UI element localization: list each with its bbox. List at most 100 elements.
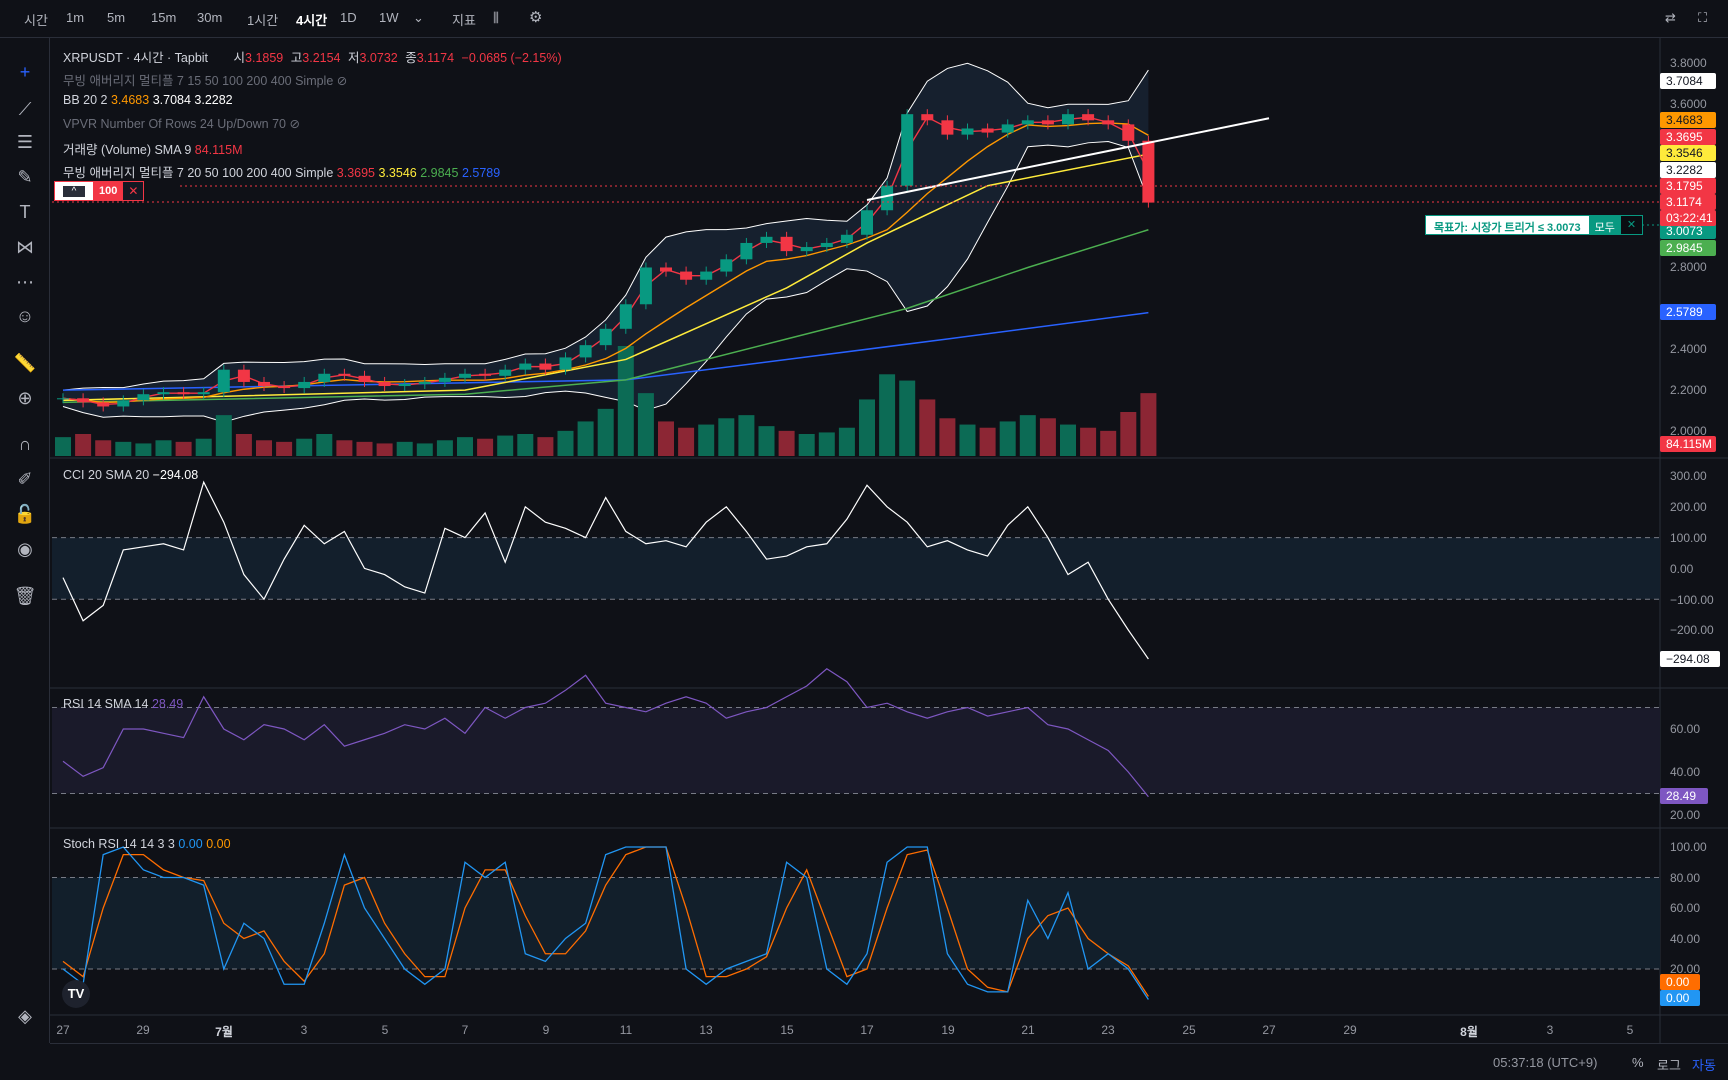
- candle-body: [901, 114, 914, 186]
- position-order-widget[interactable]: ^ 100 ✕: [54, 181, 145, 201]
- time-tick: 13: [699, 1023, 713, 1037]
- candle-body: [197, 392, 210, 395]
- volume-bar: [356, 441, 373, 456]
- ma-label: 무빙 애버리지 멀티플 7 20 50 100 200 400 Simple: [63, 166, 334, 180]
- volume-bar: [557, 430, 574, 456]
- caret-up-icon: ^: [63, 185, 85, 197]
- candle-body: [1142, 140, 1155, 203]
- legend-vpvr[interactable]: VPVR Number Of Rows 24 Up/Down 70 ⊘: [63, 116, 300, 131]
- stoch-legend[interactable]: Stoch RSI 14 14 3 3 0.00 0.00: [63, 837, 231, 851]
- tradingview-logo[interactable]: TV: [62, 980, 90, 1008]
- rsi-label: RSI 14 SMA 14: [63, 697, 149, 711]
- target-all-button[interactable]: 모두: [1588, 216, 1621, 234]
- time-tick: 21: [1021, 1023, 1035, 1037]
- price-badge: 3.3546: [1660, 145, 1716, 161]
- rsi-tick: 40.00: [1670, 765, 1701, 779]
- candle-body: [740, 242, 753, 260]
- stoch-tick: 100.00: [1670, 840, 1707, 854]
- volume-bar: [879, 374, 896, 456]
- volume-bar: [115, 441, 132, 456]
- low-value: 3.0732: [359, 51, 398, 65]
- high-value: 3.2154: [302, 51, 341, 65]
- price-tick: 3.6000: [1670, 97, 1707, 111]
- target-order-label[interactable]: 목표가: 시장가 트리거 ≤ 3.0073 모두 ✕: [1425, 215, 1644, 235]
- symbol-label[interactable]: XRPUSDT · 4시간 · Tapbit: [63, 51, 208, 65]
- rsi-value: 28.49: [151, 697, 184, 711]
- target-order-text: 목표가: 시장가 트리거 ≤ 3.0073: [1426, 216, 1589, 234]
- rsi-value-badge: 28.49: [1660, 788, 1708, 804]
- ma-value: 3.3695: [336, 166, 376, 180]
- stoch-d-badge: 0.00: [1660, 974, 1700, 990]
- candle-body: [921, 114, 934, 121]
- candle-body: [941, 120, 954, 135]
- cci-tick: −100.00: [1670, 593, 1714, 607]
- legend-ma-hidden[interactable]: 무빙 애버리지 멀티플 7 15 50 100 200 400 Simple ⊘: [63, 70, 347, 89]
- volume-label: 거래량 (Volume) SMA 9: [63, 143, 192, 157]
- rsi-legend[interactable]: RSI 14 SMA 14 28.49: [63, 697, 183, 711]
- candle-body: [459, 373, 471, 378]
- order-quantity[interactable]: 100: [93, 182, 124, 200]
- collapse-button[interactable]: ^: [55, 182, 93, 200]
- candle-body: [177, 392, 190, 395]
- volume-bar: [678, 427, 695, 456]
- close-order-icon[interactable]: ✕: [123, 182, 144, 200]
- candle-body: [318, 373, 331, 382]
- auto-scale-button[interactable]: 자동: [1692, 1055, 1716, 1074]
- legend-volume[interactable]: 거래량 (Volume) SMA 9 84.115M: [63, 139, 243, 158]
- volume-bar: [537, 437, 554, 456]
- legend-ma[interactable]: 무빙 애버리지 멀티플 7 20 50 100 200 400 Simple 3…: [63, 162, 500, 181]
- cancel-order-icon[interactable]: ✕: [1620, 216, 1643, 234]
- price-tick: 2.2000: [1670, 383, 1707, 397]
- time-tick: 5: [381, 1023, 389, 1037]
- candle-body: [438, 377, 451, 382]
- volume-bar: [698, 424, 715, 456]
- volume-bar: [1060, 424, 1076, 456]
- price-tick: 2.4000: [1670, 342, 1707, 356]
- candle-body: [700, 271, 713, 280]
- volume-bar: [95, 440, 112, 456]
- price-badge: 3.1795: [1660, 178, 1716, 194]
- candle-body: [881, 185, 894, 211]
- volume-bar: [778, 430, 795, 456]
- candle-body: [720, 259, 733, 272]
- ma-value: 3.3546: [378, 166, 417, 180]
- candle-body: [1021, 120, 1034, 125]
- stoch-tick: 40.00: [1670, 931, 1701, 946]
- candle-body: [539, 363, 552, 370]
- legend-symbol-row: XRPUSDT · 4시간 · Tapbit 시3.1859 고3.2154 저…: [63, 47, 562, 66]
- time-tick: 7월: [215, 1025, 233, 1039]
- time-tick: 5: [1626, 1023, 1634, 1037]
- time-tick: 3: [300, 1023, 308, 1037]
- candle-body: [499, 369, 512, 376]
- candle-body: [1122, 124, 1135, 141]
- time-tick: 3: [1546, 1023, 1554, 1037]
- stoch-tick: 80.00: [1670, 870, 1701, 885]
- volume-bar: [316, 434, 333, 456]
- volume-bar: [336, 440, 353, 456]
- log-scale-button[interactable]: 로그: [1657, 1055, 1681, 1074]
- status-bar: 05:37:18 (UTC+9) % 로그 자동: [50, 1043, 1728, 1080]
- cci-legend[interactable]: CCI 20 SMA 20 −294.08: [63, 468, 198, 482]
- volume-bar: [235, 434, 252, 456]
- candle-body: [479, 373, 492, 376]
- ma-value: 2.9845: [420, 166, 459, 180]
- time-tick: 11: [619, 1023, 633, 1037]
- candle-body: [77, 398, 90, 403]
- time-tick: 29: [136, 1023, 150, 1037]
- volume-bar: [758, 426, 775, 456]
- clock[interactable]: 05:37:18 (UTC+9): [1493, 1055, 1597, 1070]
- volume-bar: [597, 408, 614, 456]
- candle-body: [660, 267, 672, 272]
- legend-bb[interactable]: BB 20 2 3.4683 3.7084 3.2282: [63, 93, 233, 107]
- eye-off-icon[interactable]: ⊘: [290, 117, 300, 131]
- cci-tick: 300.00: [1670, 469, 1707, 483]
- cci-value-badge: −294.08: [1660, 651, 1720, 667]
- stoch-k-badge: 0.00: [1660, 990, 1700, 1006]
- volume-bar: [1140, 393, 1157, 456]
- time-tick: 27: [56, 1023, 70, 1037]
- candle-body: [680, 271, 693, 280]
- eye-off-icon[interactable]: ⊘: [337, 74, 347, 88]
- price-badge: 3.1174: [1660, 194, 1716, 210]
- percent-scale-button[interactable]: %: [1632, 1055, 1644, 1070]
- candle-body: [217, 369, 230, 393]
